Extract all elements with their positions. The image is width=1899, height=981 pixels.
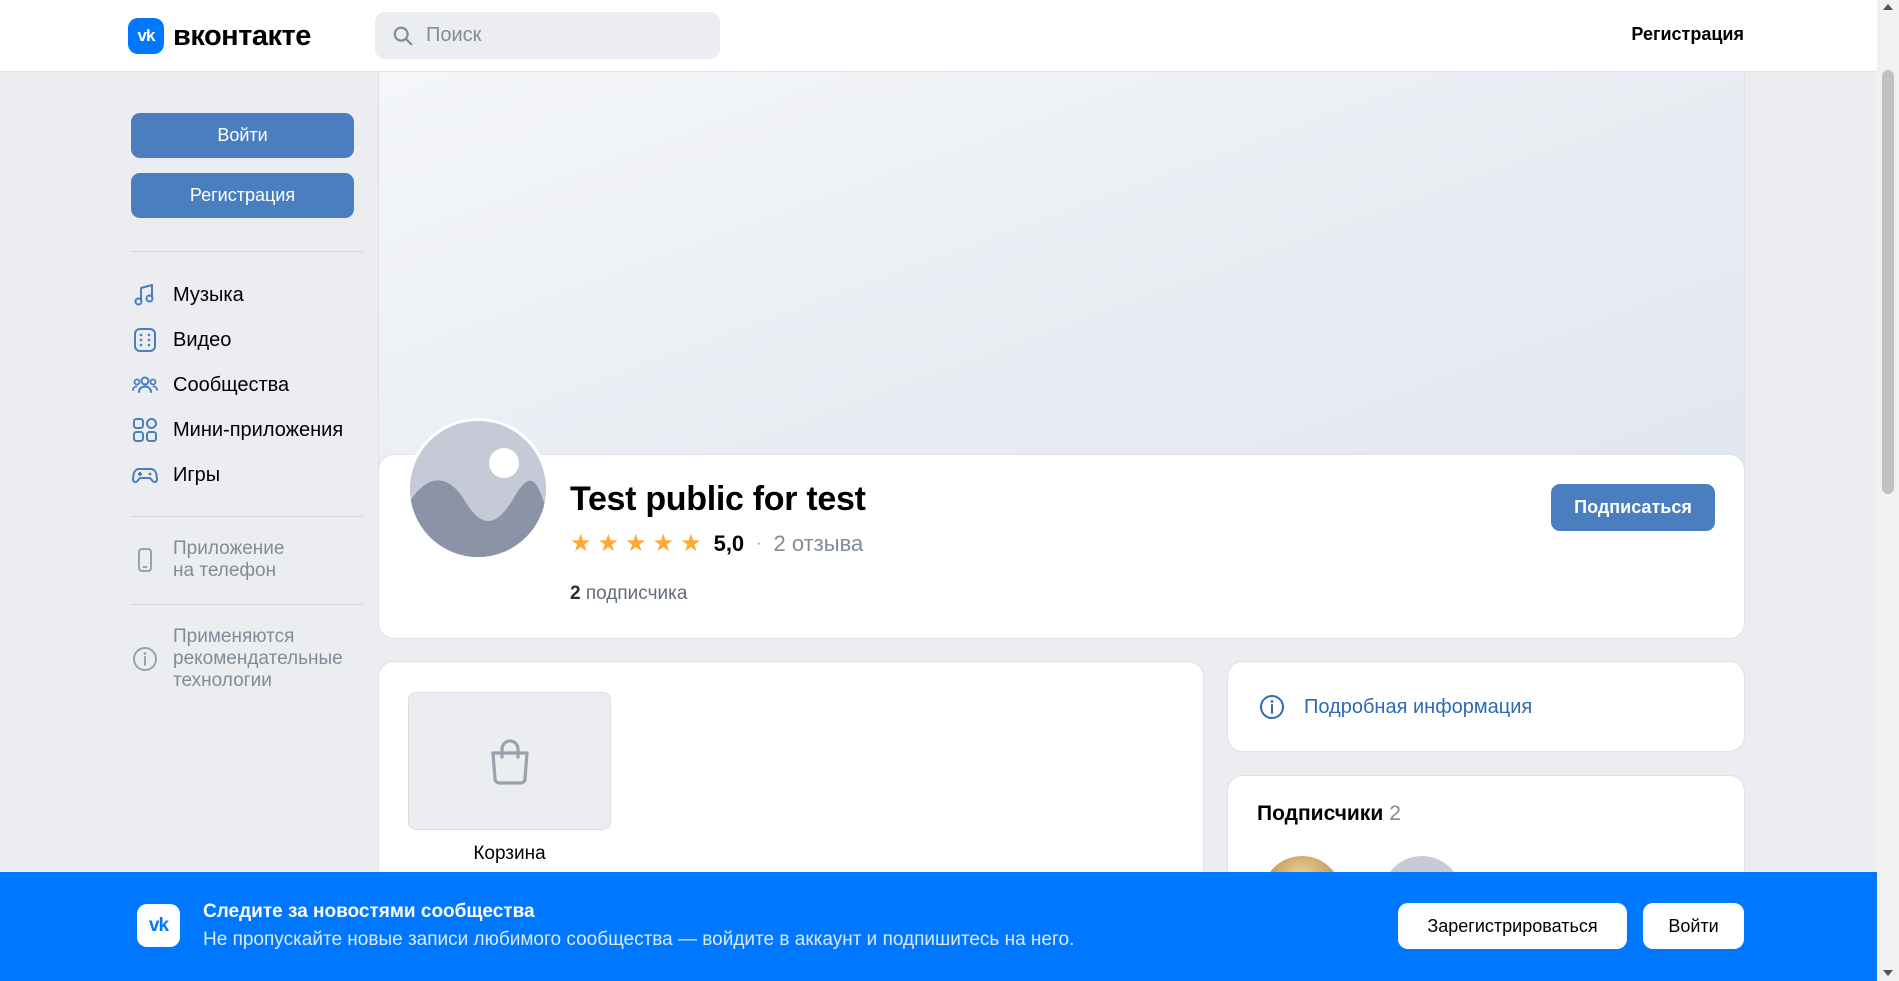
vk-logo-icon: vk xyxy=(128,18,164,54)
details-link[interactable]: Подробная информация xyxy=(1258,693,1532,721)
group-avatar[interactable] xyxy=(407,418,549,560)
recommendations-label-line1: Применяются xyxy=(173,626,295,647)
communities-icon xyxy=(132,376,158,393)
cart-tile[interactable] xyxy=(408,692,611,830)
sidebar-item-label: Мини-приложения xyxy=(173,418,344,441)
recommendations-label-line3: технологии xyxy=(173,670,272,691)
search-box[interactable] xyxy=(375,12,720,59)
rating-value: 5,0 xyxy=(713,531,745,556)
group-title: Test public for test xyxy=(570,480,866,518)
details-label: Подробная информация xyxy=(1304,695,1533,718)
followers-count[interactable]: 2 подписчика xyxy=(570,583,687,605)
sidebar-item-mobile-app[interactable]: Приложение на телефон xyxy=(131,538,284,582)
sidebar-item-games[interactable]: Игры xyxy=(131,458,220,492)
sidebar-register-button[interactable]: Регистрация xyxy=(131,173,354,218)
mobile-app-label-line2: на телефон xyxy=(173,560,277,581)
star-icon: ★ xyxy=(652,530,675,557)
avatar-placeholder-icon xyxy=(410,421,546,557)
star-icon: ★ xyxy=(680,530,702,557)
header-register-link[interactable]: Регистрация xyxy=(1631,24,1744,45)
phone-icon xyxy=(138,548,152,572)
sidebar-item-recommendations[interactable]: Применяются рекомендательные технологии xyxy=(131,626,343,692)
top-header: vk вконтакте Регистрация xyxy=(0,0,1877,72)
mobile-app-label-line1: Приложение xyxy=(173,538,285,559)
reviews-link[interactable]: 2 отзыва xyxy=(774,531,864,557)
vk-logo[interactable]: vk вконтакте xyxy=(128,18,311,54)
followers-number: 2 xyxy=(570,583,581,604)
banner-title: Следите за новостями сообщества xyxy=(203,901,535,922)
subscribers-count: 2 xyxy=(1389,802,1401,825)
scroll-thumb[interactable] xyxy=(1882,70,1894,494)
subscribers-heading[interactable]: Подписчики 2 xyxy=(1257,802,1401,826)
shopping-bag-icon xyxy=(490,739,529,785)
sidebar-divider xyxy=(131,604,364,605)
banner-subtitle: Не пропускайте новые записи любимого соо… xyxy=(203,929,1075,950)
vk-logo-icon: vk xyxy=(137,904,180,947)
sidebar-login-button[interactable]: Войти xyxy=(131,113,354,158)
sidebar-item-video[interactable]: Видео xyxy=(131,323,231,357)
page-scrollbar[interactable] xyxy=(1877,0,1899,981)
star-icon: ★ xyxy=(597,530,620,557)
subscribers-title: Подписчики xyxy=(1257,802,1384,825)
followers-label: подписчика xyxy=(585,583,688,604)
sidebar-item-label: Музыка xyxy=(173,283,244,306)
dot-separator: · xyxy=(756,535,762,552)
cart-label[interactable]: Корзина xyxy=(408,843,611,865)
sidebar-item-label: Игры xyxy=(173,463,221,486)
recommendations-label-line2: рекомендательные xyxy=(173,648,343,669)
video-icon xyxy=(134,328,156,352)
star-icon: ★ xyxy=(570,530,592,557)
search-input[interactable] xyxy=(426,24,706,47)
subscribe-button[interactable]: Подписаться xyxy=(1551,484,1715,531)
mini-apps-icon xyxy=(133,418,157,442)
banner-login-button[interactable]: Войти xyxy=(1643,903,1744,949)
music-icon xyxy=(134,284,154,306)
group-rating[interactable]: ★ ★ ★ ★ ★ 5,0 · 2 отзыва xyxy=(570,531,863,557)
sidebar-item-label: Сообщества xyxy=(173,373,290,396)
sidebar-divider xyxy=(131,251,364,252)
group-cover xyxy=(378,72,1745,468)
sidebar-divider xyxy=(131,516,364,517)
logo-text: вконтакте xyxy=(173,19,311,52)
scroll-down-arrow-icon[interactable] xyxy=(1883,970,1893,976)
games-icon xyxy=(131,468,159,483)
star-icon: ★ xyxy=(625,530,647,557)
sidebar-item-label: Видео xyxy=(173,328,232,351)
search-icon xyxy=(393,26,413,45)
info-icon xyxy=(1260,695,1284,719)
info-icon xyxy=(133,647,157,671)
sidebar-item-mini-apps[interactable]: Мини-приложения xyxy=(131,413,343,447)
banner-register-button[interactable]: Зарегистрироваться xyxy=(1398,903,1627,949)
scroll-up-arrow-icon[interactable] xyxy=(1883,4,1893,10)
sidebar-item-communities[interactable]: Сообщества xyxy=(131,368,289,402)
sidebar-item-music[interactable]: Музыка xyxy=(131,278,244,312)
